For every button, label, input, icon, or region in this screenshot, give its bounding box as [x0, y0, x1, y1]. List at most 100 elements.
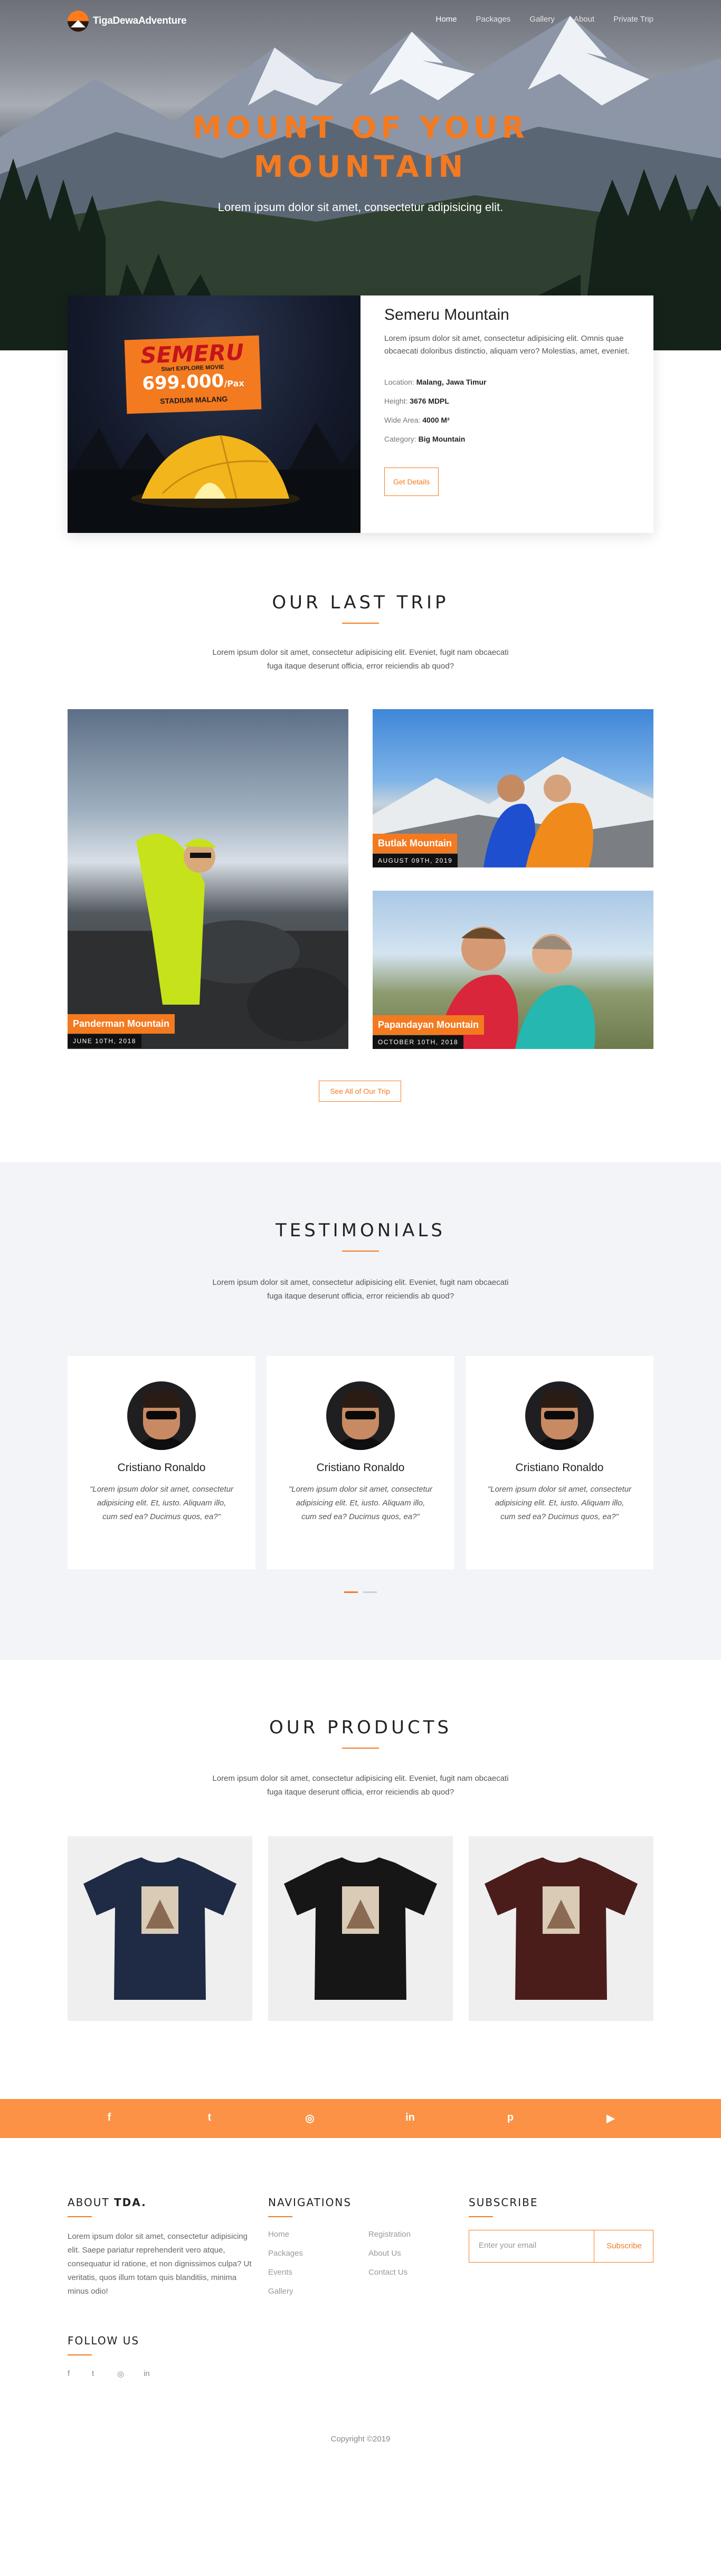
- poster-price-unit: /Pax: [224, 378, 245, 389]
- meta-category-value: Big Mountain: [418, 435, 466, 443]
- footer-link-contact-us[interactable]: Contact Us: [368, 2268, 407, 2277]
- logo-mountain-icon: [68, 11, 89, 32]
- nav-item-home[interactable]: Home: [436, 15, 457, 24]
- footer-about-text: Lorem ipsum dolor sit amet, consectetur …: [68, 2232, 252, 2296]
- product-card-navy-shirt[interactable]: [68, 1836, 252, 2021]
- products-description: Lorem ipsum dolor sit amet, consectetur …: [212, 1774, 509, 1797]
- trip-date: OCTOBER 10TH, 2018: [373, 1035, 464, 1049]
- testimonial-name: Cristiano Ronaldo: [117, 1462, 206, 1474]
- hero-title-line-1: MOUNT OF YOUR: [192, 111, 529, 145]
- nav-item-packages[interactable]: Packages: [476, 15, 511, 24]
- brand-logo[interactable]: TigaDewaAdventure: [68, 11, 187, 32]
- meta-area-value: 4000 M²: [422, 416, 450, 424]
- featured-trip-card: SEMERU Start EXPLORE MOVIE 699.000/Pax S…: [68, 295, 653, 533]
- products-title: OUR PRODUCTS: [269, 1717, 452, 1738]
- event-poster: SEMERU Start EXPLORE MOVIE 699.000/Pax S…: [124, 335, 262, 414]
- trip-date: AUGUST 09TH, 2019: [373, 854, 458, 867]
- linkedin-icon[interactable]: in: [144, 2369, 150, 2378]
- last-trip-description: Lorem ipsum dolor sit amet, consectetur …: [212, 648, 509, 671]
- trip-name: Butlak Mountain: [373, 834, 457, 853]
- trip-date: JUNE 10TH, 2018: [68, 1034, 141, 1048]
- hero-title: MOUNT OF YOUR MOUNTAIN: [0, 109, 721, 187]
- carousel-dot-active[interactable]: [344, 1591, 358, 1593]
- poster-price-value: 699.000: [141, 370, 224, 395]
- last-trip-underline: [342, 623, 379, 624]
- testimonial-quote: "Lorem ipsum dolor sit amet, consectetur…: [89, 1485, 234, 1521]
- footer-subscribe-title: SUBSCRIBE: [469, 2196, 538, 2209]
- footer-link-registration[interactable]: Registration: [368, 2230, 411, 2239]
- last-trip-title: OUR LAST TRIP: [272, 592, 449, 613]
- subscribe-form: Enter your email Subscribe: [469, 2230, 653, 2263]
- meta-height-label: Height:: [384, 397, 408, 405]
- footer-link-gallery[interactable]: Gallery: [268, 2287, 293, 2296]
- trip-card-panderman[interactable]: Panderman Mountain JUNE 10TH, 2018: [68, 709, 348, 1049]
- meta-area-label: Wide Area:: [384, 416, 421, 424]
- product-card-black-shirt[interactable]: [268, 1836, 453, 2021]
- footer-follow-title: FOLLOW US: [68, 2334, 140, 2347]
- navy-tshirt-image: [83, 1857, 236, 2000]
- get-details-button[interactable]: Get Details: [384, 468, 439, 496]
- meta-location: Location: Malang, Jawa Timur: [384, 378, 638, 386]
- twitter-icon[interactable]: t: [92, 2369, 94, 2378]
- trip-name: Papandayan Mountain: [373, 1015, 485, 1035]
- meta-category: Category: Big Mountain: [384, 435, 638, 443]
- poster-price: 699.000/Pax: [126, 369, 261, 395]
- trip-card-butlak[interactable]: Butlak Mountain AUGUST 09TH, 2019: [373, 709, 653, 867]
- pinterest-icon[interactable]: p: [502, 2112, 518, 2124]
- footer-link-events[interactable]: Events: [268, 2268, 292, 2277]
- see-all-trips-button[interactable]: See All of Our Trip: [319, 1081, 401, 1102]
- meta-location-value: Malang, Jawa Timur: [416, 378, 487, 386]
- nav-item-about[interactable]: About: [574, 15, 594, 24]
- linkedin-icon[interactable]: in: [402, 2112, 418, 2124]
- avatar: [525, 1381, 594, 1450]
- carousel-dot[interactable]: [363, 1591, 377, 1593]
- testimonials-title: TESTIMONIALS: [276, 1220, 445, 1241]
- email-input[interactable]: Enter your email: [479, 2241, 536, 2250]
- subscribe-button[interactable]: Subscribe: [594, 2230, 654, 2262]
- testimonial-card: Cristiano Ronaldo "Lorem ipsum dolor sit…: [267, 1356, 454, 1569]
- instagram-icon[interactable]: ◎: [117, 2369, 124, 2379]
- products-underline: [342, 1748, 379, 1749]
- testimonials-description: Lorem ipsum dolor sit amet, consectetur …: [212, 1278, 509, 1301]
- tent-illustration: [131, 435, 300, 508]
- twitter-icon[interactable]: t: [202, 2112, 217, 2124]
- meta-height: Height: 3676 MDPL: [384, 397, 638, 405]
- meta-location-label: Location:: [384, 378, 414, 386]
- nav-item-private-trip[interactable]: Private Trip: [613, 15, 653, 24]
- testimonial-name: Cristiano Ronaldo: [316, 1462, 405, 1474]
- testimonials-underline: [342, 1251, 379, 1252]
- featured-trip-title: Semeru Mountain: [384, 306, 509, 323]
- brand-name: TigaDewaAdventure: [93, 15, 187, 26]
- footer-nav-title: NAVIGATIONS: [268, 2196, 352, 2209]
- footer-nav-underline: [268, 2216, 292, 2217]
- testimonial-card: Cristiano Ronaldo "Lorem ipsum dolor sit…: [68, 1356, 255, 1569]
- testimonial-name: Cristiano Ronaldo: [515, 1462, 604, 1474]
- meta-area: Wide Area: 4000 M²: [384, 416, 638, 424]
- trip-photo-panderman: [68, 834, 348, 1049]
- footer-link-about-us[interactable]: About Us: [368, 2249, 401, 2258]
- main-menu: Home Packages Gallery About Private Trip: [417, 15, 653, 24]
- instagram-icon[interactable]: ◎: [302, 2112, 318, 2125]
- footer-about-brand: TDA.: [114, 2196, 147, 2209]
- poster-venue: STADIUM MALANG: [159, 394, 228, 406]
- facebook-icon[interactable]: f: [68, 2369, 70, 2378]
- featured-trip-description: Lorem ipsum dolor sit amet, consectetur …: [384, 334, 630, 356]
- testimonial-quote: "Lorem ipsum dolor sit amet, consectetur…: [288, 1485, 433, 1521]
- footer-link-home[interactable]: Home: [268, 2230, 289, 2239]
- footer-link-packages[interactable]: Packages: [268, 2249, 303, 2258]
- footer-about-label: ABOUT: [68, 2196, 110, 2209]
- copyright-text: Copyright ©2019: [330, 2435, 391, 2444]
- meta-height-value: 3676 MDPL: [410, 397, 449, 405]
- nav-item-gallery[interactable]: Gallery: [529, 15, 555, 24]
- facebook-icon[interactable]: f: [101, 2112, 117, 2124]
- trip-card-papandayan[interactable]: Papandayan Mountain OCTOBER 10TH, 2018: [373, 891, 653, 1049]
- hero-title-line-2: MOUNTAIN: [253, 150, 468, 184]
- testimonial-quote: "Lorem ipsum dolor sit amet, consectetur…: [487, 1485, 632, 1521]
- product-card-maroon-shirt[interactable]: [469, 1836, 653, 2021]
- social-bar: f t ◎ in p ▶: [0, 2099, 721, 2138]
- featured-trip-image: SEMERU Start EXPLORE MOVIE 699.000/Pax S…: [68, 295, 360, 533]
- featured-trip-details: Semeru Mountain Lorem ipsum dolor sit am…: [384, 306, 638, 496]
- youtube-icon[interactable]: ▶: [603, 2112, 619, 2125]
- footer-follow-underline: [68, 2354, 92, 2355]
- meta-category-label: Category:: [384, 435, 416, 443]
